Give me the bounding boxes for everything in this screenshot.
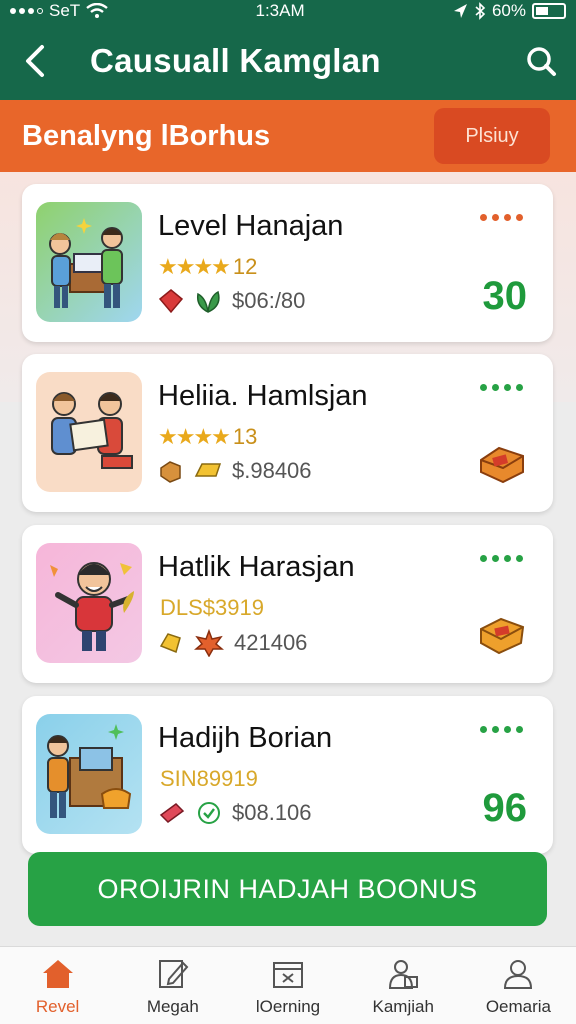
- claim-bonus-button[interactable]: OROIJRIN HADJAH BOONUS: [28, 852, 547, 926]
- tab-label: Kamjiah: [372, 997, 434, 1016]
- tab-label: Megah: [146, 997, 199, 1016]
- price-value: 421406: [234, 630, 308, 655]
- edit-icon: [158, 960, 189, 988]
- card-rating: ★★★★ 12: [158, 254, 257, 280]
- rating-value: DLS$3919: [160, 595, 264, 620]
- maple-leaf-icon: [194, 629, 224, 657]
- list-card[interactable]: Heliia. Hamlsjan ★★★★ 13 $.98406: [22, 354, 553, 512]
- ticket-icon: [159, 803, 185, 823]
- price-value: $08.106: [232, 800, 312, 825]
- gold-bar-icon: [159, 633, 181, 654]
- puzzle-icon: [160, 461, 181, 483]
- treasure-box-icon: [480, 446, 524, 484]
- card-rating: ★★★★ 13: [158, 424, 257, 450]
- back-button[interactable]: [0, 22, 70, 100]
- more-options-button[interactable]: [480, 555, 523, 562]
- card-title: Level Hanajan: [158, 210, 344, 242]
- search-icon: [527, 47, 556, 76]
- card-price: $08.106: [158, 800, 312, 826]
- search-button[interactable]: [506, 22, 576, 100]
- card-title: Hatlik Harasjan: [158, 551, 355, 583]
- card-illustration: [36, 372, 142, 492]
- card-score: 30: [482, 274, 528, 318]
- card-price: 421406: [158, 629, 307, 657]
- person-lock-icon: [389, 960, 419, 989]
- rating-value: 12: [232, 254, 258, 279]
- gold-bar-icon: [194, 463, 222, 477]
- card-badge: [477, 442, 527, 491]
- card-illustration: [36, 543, 142, 663]
- location-icon: [453, 4, 467, 18]
- star-rating-icon: ★★★★: [158, 424, 231, 449]
- card-illustration: [36, 202, 142, 322]
- battery-percent: 60%: [491, 1, 526, 20]
- plus-button[interactable]: Plsiuy: [434, 108, 550, 164]
- rating-value: SIN89919: [160, 766, 258, 791]
- card-badge: [477, 613, 527, 662]
- home-icon: [42, 960, 73, 988]
- leaf-icon: [196, 290, 220, 313]
- bottom-tab-bar: Revel Megah lOerning Kamjiah Oemaria: [0, 946, 576, 1024]
- star-rating-icon: ★★★★: [158, 254, 231, 279]
- list-card[interactable]: Hatlik Harasjan DLS$3919 421406: [22, 525, 553, 683]
- person-crate-icon: [47, 724, 132, 818]
- list-card[interactable]: Level Hanajan ★★★★ 12 $06:/80 30: [22, 184, 553, 342]
- app-bar: Causuall Kamglan: [0, 22, 576, 100]
- gem-icon: [158, 289, 184, 314]
- list-card[interactable]: Hadijh Borian SIN89919 $08.106 96: [22, 696, 553, 854]
- chevron-left-icon: [26, 45, 44, 77]
- more-options-button[interactable]: [480, 384, 523, 391]
- card-price: $06:/80: [158, 288, 305, 314]
- carrier-label: SeT: [49, 1, 81, 20]
- tab-lOerning[interactable]: lOerning: [230, 947, 345, 1024]
- card-price: $.98406: [158, 458, 312, 484]
- character-icon: [50, 562, 134, 651]
- tab-megah[interactable]: Megah: [115, 947, 230, 1024]
- page-title: Causuall Kamglan: [90, 42, 381, 79]
- check-circle-icon: [198, 802, 220, 824]
- tab-oemaria[interactable]: Oemaria: [461, 947, 576, 1024]
- treasure-box-icon: [480, 617, 525, 655]
- battery-icon: [531, 3, 566, 19]
- more-options-button[interactable]: [480, 726, 523, 733]
- rating-value: 13: [232, 424, 258, 449]
- card-score: 96: [482, 786, 528, 830]
- price-value: $.98406: [232, 458, 312, 483]
- card-title: Heliia. Hamlsjan: [158, 380, 368, 412]
- tab-kamjiah[interactable]: Kamjiah: [346, 947, 461, 1024]
- price-value: $06:/80: [232, 288, 306, 313]
- profile-icon: [504, 960, 533, 989]
- bonus-bar: Benalyng lBorhus Plsiuy: [0, 100, 576, 172]
- people-box-icon: [49, 218, 123, 308]
- clock: 1:3AM: [255, 1, 305, 20]
- card-rating: DLS$3919: [158, 595, 264, 621]
- status-left: SeT: [10, 1, 108, 21]
- tab-label: lOerning: [255, 997, 321, 1016]
- card-rating: SIN89919: [158, 766, 258, 792]
- tab-label: Revel: [35, 997, 80, 1016]
- box-icon: [273, 962, 303, 988]
- status-right: 60%: [452, 1, 566, 21]
- card-title: Hadijh Borian: [158, 722, 333, 754]
- more-options-button[interactable]: [480, 214, 523, 221]
- card-illustration: [36, 714, 142, 834]
- signal-icon: [10, 8, 43, 14]
- tab-revel[interactable]: Revel: [0, 947, 115, 1024]
- status-bar: SeT 1:3AM 60%: [0, 0, 576, 22]
- bonus-title: Benalyng lBorhus: [22, 119, 271, 152]
- wifi-icon: [86, 3, 108, 18]
- bluetooth-icon: [475, 2, 486, 20]
- tab-label: Oemaria: [485, 997, 551, 1016]
- people-document-icon: [51, 392, 133, 469]
